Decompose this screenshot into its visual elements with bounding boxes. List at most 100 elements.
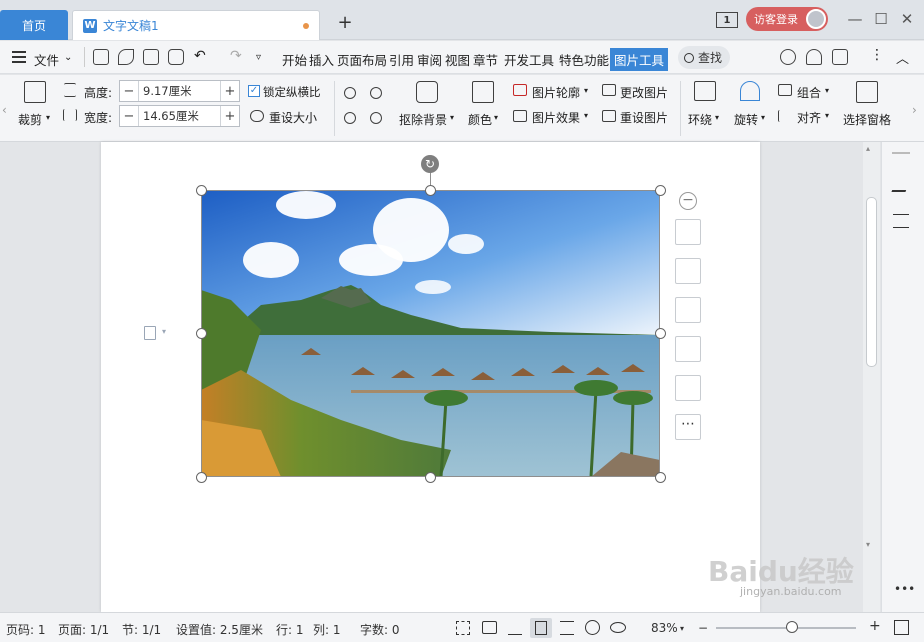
fullscreen-icon[interactable] [456,621,470,635]
rotate-icon[interactable] [740,81,760,101]
scroll-up-icon[interactable]: ▴ [866,144,870,153]
remove-background-button[interactable]: 抠除背景 [399,111,447,128]
rotate-handle-icon[interactable]: ↻ [421,155,439,173]
new-tab-button[interactable]: + [336,14,354,32]
height-field[interactable]: 9.17厘米 [138,81,221,101]
menu-developer[interactable]: 开发工具 [504,50,554,69]
color-button[interactable]: 颜色 [468,111,492,128]
window-count-badge[interactable]: 1 [716,12,738,28]
status-row[interactable]: 行: 1 [276,621,304,638]
change-picture-button[interactable]: 更改图片 [620,84,668,101]
page-view-icon[interactable] [530,618,552,638]
fit-page-icon[interactable] [894,620,909,635]
zoom-out-button[interactable]: − [698,621,708,635]
zoom-slider-thumb[interactable] [785,621,798,633]
vertical-scrollbar[interactable]: ▴ ▾ [863,142,880,612]
cloud-icon[interactable] [780,49,796,65]
redo-icon[interactable]: ↷ [230,48,242,64]
align-button[interactable]: 对齐 [797,109,821,126]
remove-background-icon[interactable] [416,81,438,103]
selection-pane-button[interactable]: 选择窗格 [843,111,891,128]
menu-file[interactable]: 文件 [34,50,59,69]
menu-special[interactable]: 特色功能 [559,50,609,69]
brightness-up-icon[interactable] [344,87,356,99]
width-stepper[interactable]: − 14.65厘米 + [119,105,240,127]
adjust-settings-icon[interactable] [893,214,909,228]
collapse-ribbon-icon[interactable]: ︿ [896,48,909,67]
menu-insert[interactable]: 插入 [309,50,334,69]
web-view-icon[interactable] [585,620,600,635]
group-button[interactable]: 组合 [797,84,821,101]
resize-handle-bottom[interactable] [425,472,436,483]
tab-home[interactable]: 首页 [0,10,68,40]
wrap-dropdown-icon[interactable]: ▾ [715,113,719,122]
height-stepper[interactable]: − 9.17厘米 + [119,80,240,102]
width-increment-button[interactable]: + [221,109,239,124]
outline-view-icon[interactable] [560,621,574,635]
menu-view[interactable]: 视图 [445,50,470,69]
status-pages[interactable]: 页面: 1/1 [58,621,109,638]
group-dropdown-icon[interactable]: ▾ [825,86,829,95]
reset-size-button[interactable]: 重设大小 [269,109,317,126]
share-icon[interactable] [832,49,848,65]
align-dropdown-icon[interactable]: ▾ [825,111,829,120]
width-field[interactable]: 14.65厘米 [138,106,221,126]
panel-more-icon[interactable]: ••• [894,582,915,596]
status-word-count[interactable]: 字数: 0 [360,621,400,638]
crop-icon[interactable] [24,81,46,103]
quick-access-more-icon[interactable]: ▿ [256,52,261,63]
contrast-up-icon[interactable] [370,87,382,99]
layout-options-icon[interactable] [675,219,701,245]
wrap-button[interactable]: 环绕 [688,111,712,128]
rotate-button[interactable]: 旋转 [734,111,758,128]
rotate-dropdown-icon[interactable]: ▾ [761,113,765,122]
remove-background-dropdown-icon[interactable]: ▾ [450,113,454,122]
collapse-toolbar-icon[interactable]: − [679,192,697,210]
tab-document[interactable]: W 文字文稿1 [72,10,320,40]
picture-color-icon[interactable] [472,81,494,103]
status-section[interactable]: 节: 1/1 [122,621,161,638]
status-setting-value[interactable]: 设置值: 2.5厘米 [176,621,263,638]
effect-dropdown-icon[interactable]: ▾ [584,111,588,120]
zoom-picture-icon[interactable] [675,258,701,284]
paragraph-mark-icon[interactable] [144,326,156,340]
resize-handle-top-right[interactable] [655,185,666,196]
paragraph-dropdown-icon[interactable]: ▾ [162,327,166,336]
menu-page-layout[interactable]: 页面布局 [337,50,387,69]
print-icon[interactable] [143,49,159,65]
picture-outline-button[interactable]: 图片轮廓 [532,84,580,101]
scrollbar-thumb[interactable] [866,197,877,367]
picture-effect-button[interactable]: 图片效果 [532,109,580,126]
status-column[interactable]: 列: 1 [313,621,341,638]
format-painter-icon[interactable] [118,49,134,65]
crop-dropdown-icon[interactable]: ▾ [46,113,50,122]
brightness-down-icon[interactable] [344,112,356,124]
zoom-level[interactable]: 83% [651,621,678,635]
undo-icon[interactable]: ↶ [194,48,206,64]
search-button[interactable]: 查找 [678,46,730,69]
zoom-dropdown-icon[interactable]: ▾ [680,624,684,633]
menu-start[interactable]: 开始 [282,50,307,69]
change-picture-side-icon[interactable] [675,375,701,401]
print-preview-icon[interactable] [168,49,184,65]
menu-review[interactable]: 审阅 [417,50,442,69]
height-decrement-button[interactable]: − [120,84,138,99]
more-options-icon[interactable]: ⋯ [675,414,701,440]
chevron-down-icon[interactable]: ⌄ [64,52,72,63]
resize-handle-bottom-right[interactable] [655,472,666,483]
resize-handle-left[interactable] [196,328,207,339]
resize-handle-top-left[interactable] [196,185,207,196]
edit-pen-icon[interactable] [891,178,911,192]
resize-handle-bottom-left[interactable] [196,472,207,483]
zoom-in-button[interactable]: + [869,618,881,634]
status-page-number[interactable]: 页码: 1 [6,621,46,638]
menu-section[interactable]: 章节 [473,50,498,69]
resize-handle-right[interactable] [655,328,666,339]
restore-button[interactable]: ☐ [872,10,890,28]
eye-protection-icon[interactable] [610,622,626,633]
edit-mode-icon[interactable] [508,621,522,635]
selection-pane-icon[interactable] [856,81,878,103]
more-vertical-icon[interactable]: ⋮ [870,47,884,63]
outline-dropdown-icon[interactable]: ▾ [584,86,588,95]
menu-picture-tools[interactable]: 图片工具 [610,48,669,71]
